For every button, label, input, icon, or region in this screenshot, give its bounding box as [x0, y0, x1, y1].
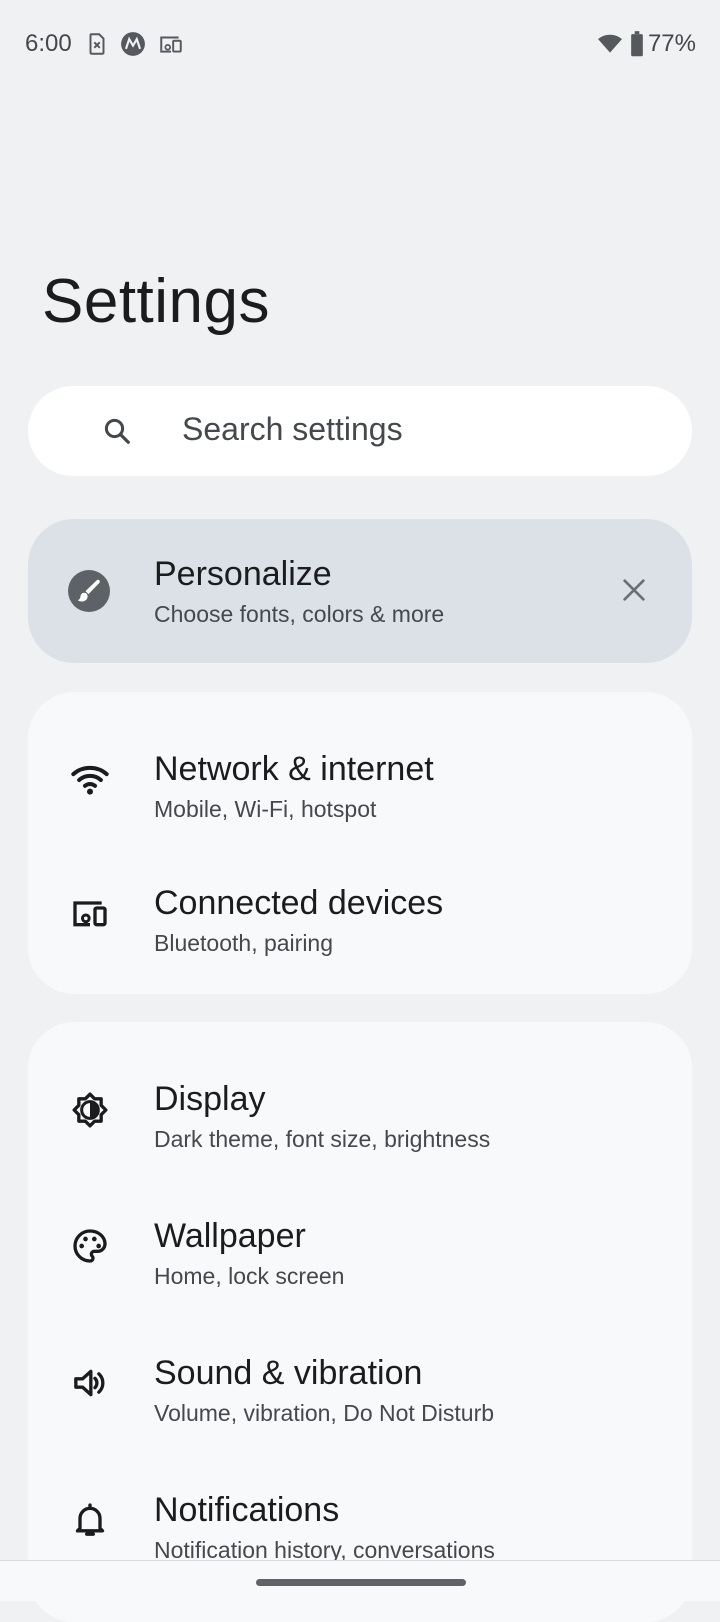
settings-group-connectivity: Network & internet Mobile, Wi-Fi, hotspo… [28, 692, 692, 994]
settings-item-connected-devices[interactable]: Connected devices Bluetooth, pairing [28, 853, 692, 973]
suggestion-title: Personalize [154, 555, 332, 593]
motorola-icon [121, 32, 145, 56]
settings-item-sound[interactable]: Sound & vibration Volume, vibration, Do … [28, 1323, 692, 1443]
wallpaper-subtitle: Home, lock screen [154, 1263, 345, 1289]
wallpaper-title: Wallpaper [154, 1217, 306, 1255]
personalize-suggestion-card[interactable]: Personalize Choose fonts, colors & more [28, 519, 692, 663]
sound-title: Sound & vibration [154, 1354, 423, 1392]
sim-error-icon [89, 33, 105, 55]
display-subtitle: Dark theme, font size, brightness [154, 1126, 491, 1152]
brush-icon [68, 570, 110, 612]
brightness-icon [72, 1092, 108, 1128]
suggestion-subtitle: Choose fonts, colors & more [154, 601, 445, 627]
status-right: 77% [596, 30, 696, 58]
bell-icon [75, 1503, 105, 1536]
network-title: Network & internet [154, 750, 434, 788]
search-icon [104, 418, 130, 444]
settings-group-device: Display Dark theme, font size, brightnes… [28, 1022, 692, 1622]
gesture-handle[interactable] [256, 1579, 466, 1586]
status-bar: 6:00 77% [0, 0, 720, 88]
settings-item-network[interactable]: Network & internet Mobile, Wi-Fi, hotspo… [28, 719, 692, 839]
wifi-icon [71, 765, 109, 795]
palette-icon [73, 1229, 107, 1263]
wifi-icon [598, 34, 622, 53]
notifications-title: Notifications [154, 1491, 340, 1529]
battery-icon [631, 31, 643, 57]
search-bar[interactable]: Search settings [28, 386, 692, 476]
battery-percent: 77% [647, 30, 696, 57]
settings-item-display[interactable]: Display Dark theme, font size, brightnes… [28, 1049, 692, 1169]
navigation-bar [0, 1560, 720, 1601]
cast-devices-icon [160, 36, 182, 53]
status-time: 6:00 [25, 30, 72, 57]
volume-icon [74, 1369, 105, 1397]
search-input[interactable]: Search settings [182, 411, 403, 448]
connected-devices-title: Connected devices [154, 884, 444, 922]
connected-devices-subtitle: Bluetooth, pairing [154, 930, 334, 956]
display-title: Display [154, 1080, 266, 1118]
close-icon[interactable] [618, 574, 650, 606]
page-title: Settings [42, 267, 271, 336]
network-subtitle: Mobile, Wi-Fi, hotspot [154, 796, 377, 822]
devices-icon [73, 901, 107, 927]
settings-item-wallpaper[interactable]: Wallpaper Home, lock screen [28, 1186, 692, 1306]
sound-subtitle: Volume, vibration, Do Not Disturb [154, 1400, 495, 1426]
